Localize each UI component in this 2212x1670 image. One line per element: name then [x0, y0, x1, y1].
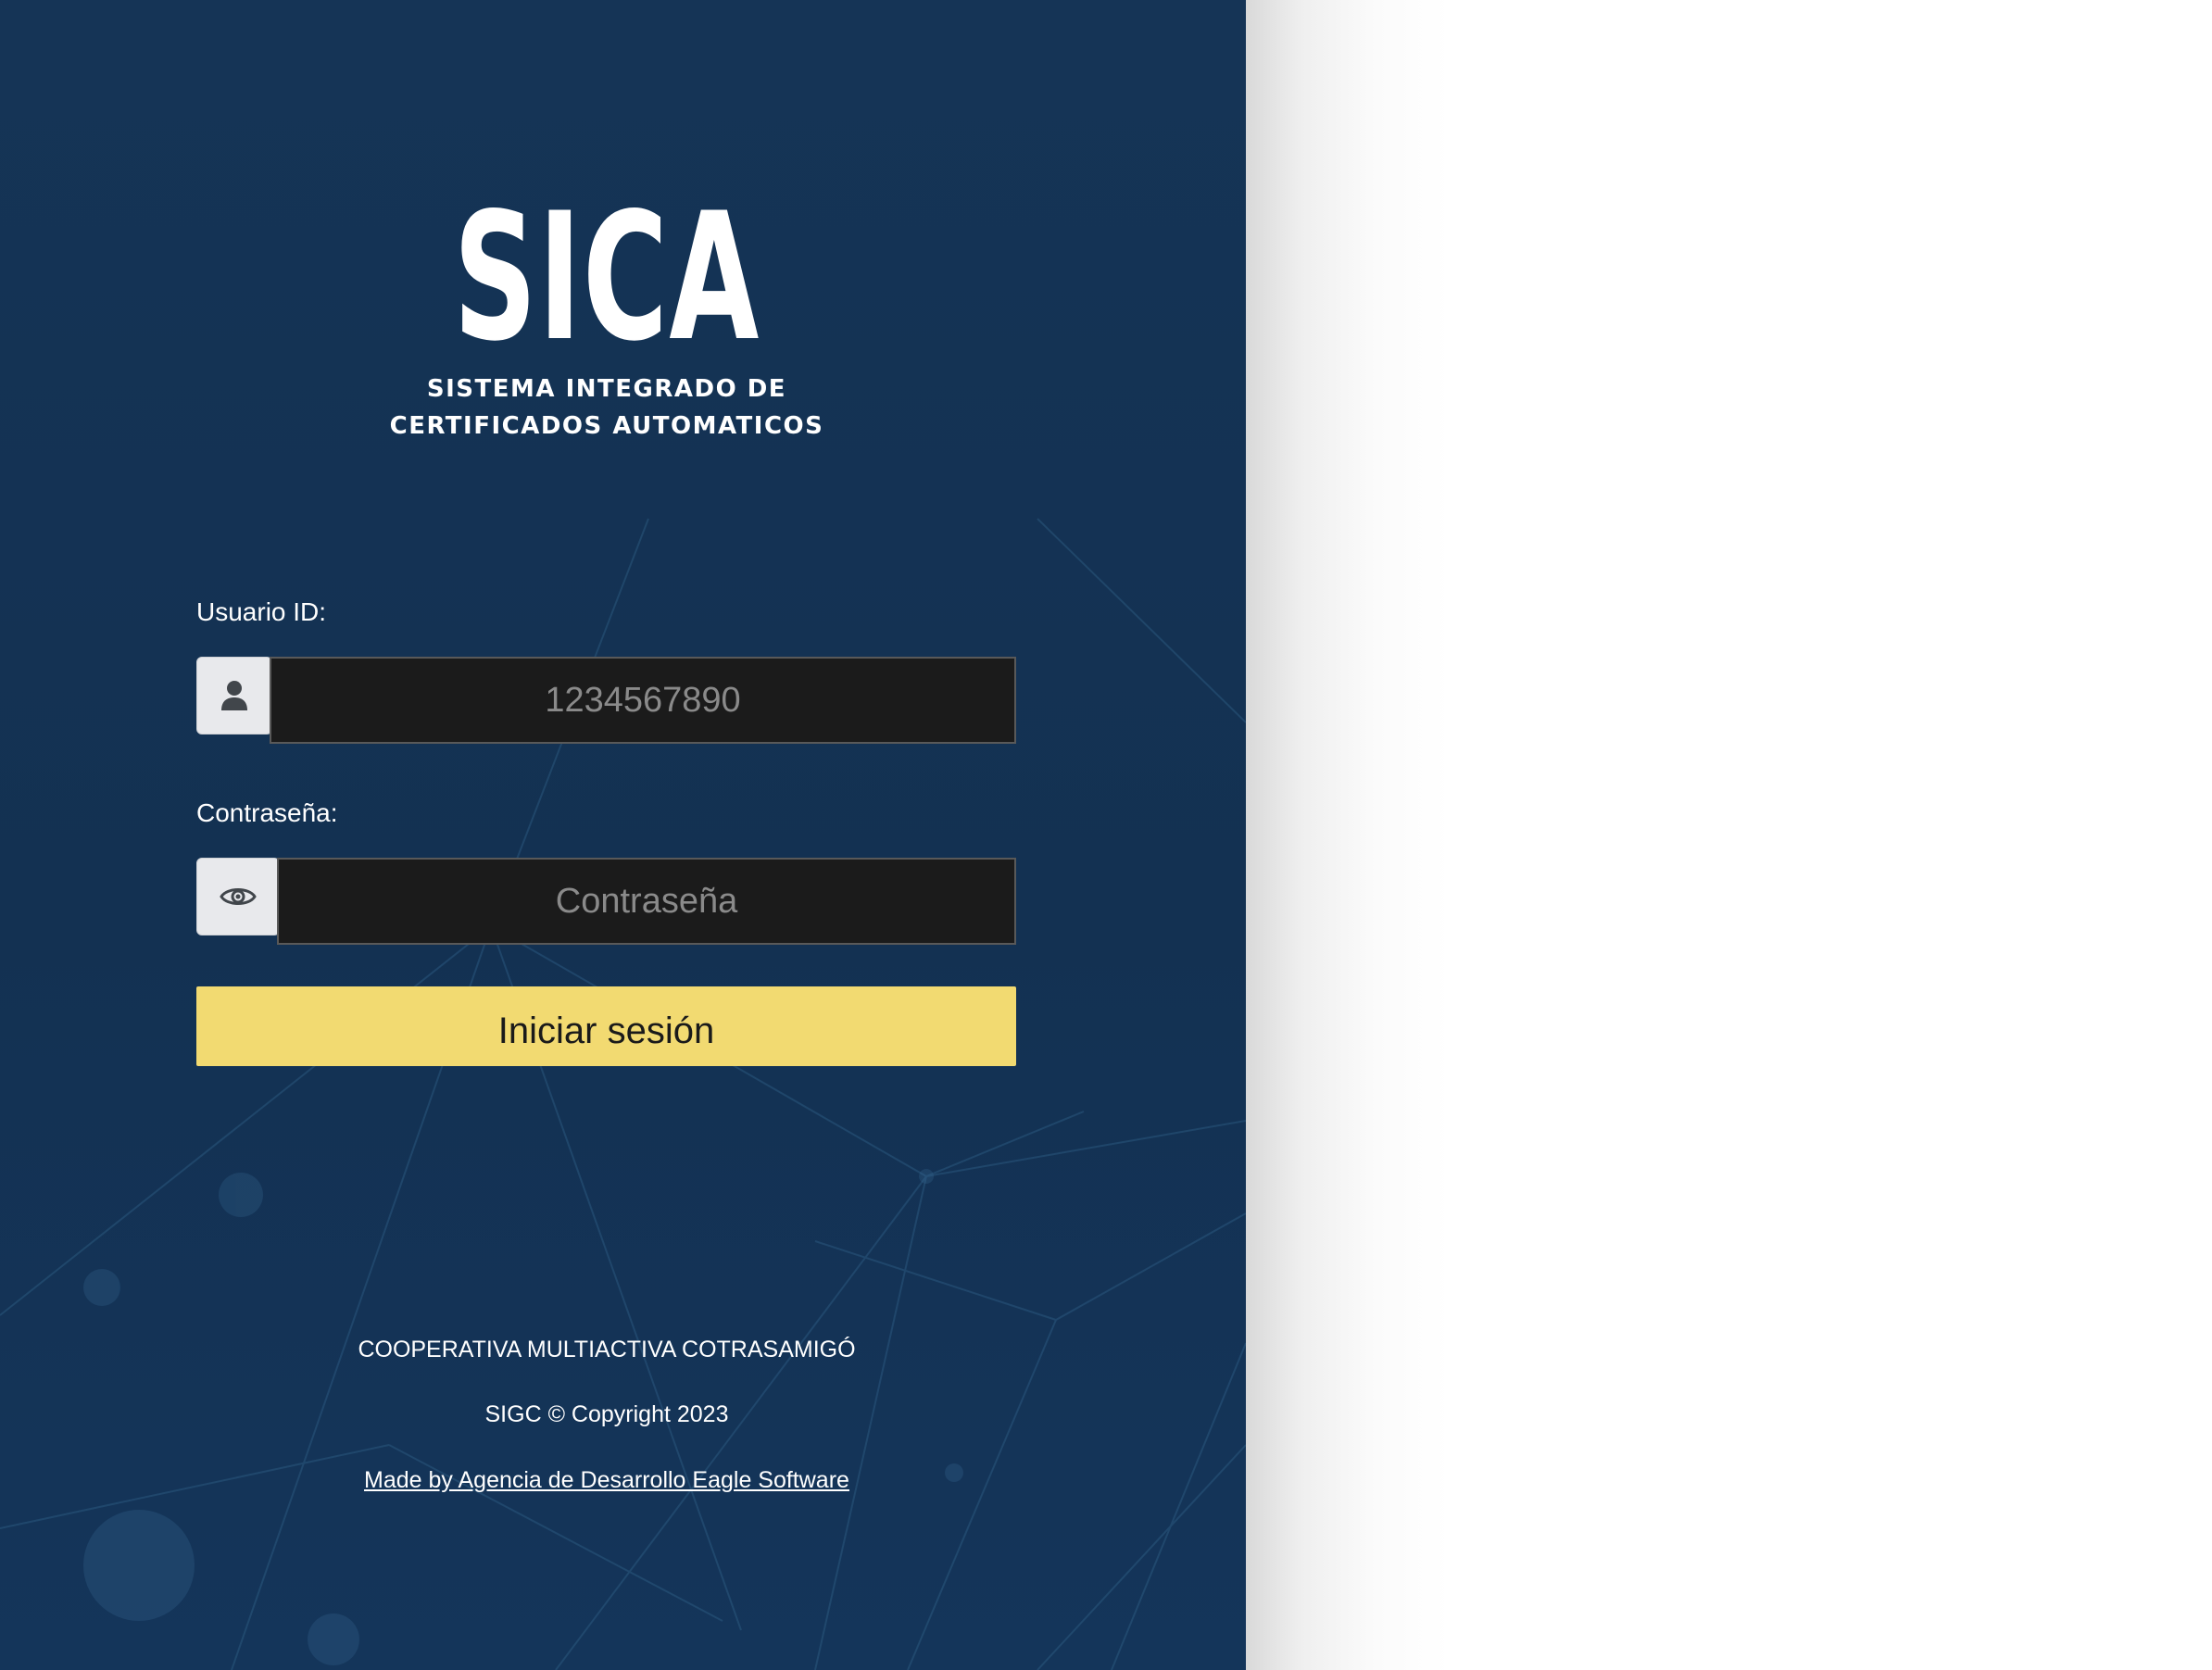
user-id-group [196, 657, 1016, 746]
password-label: Contraseña: [196, 798, 338, 827]
password-input[interactable] [277, 858, 1016, 945]
user-icon [221, 681, 247, 710]
logo-mark: SICA [453, 175, 760, 380]
password-group [196, 858, 1016, 947]
organization-name: COOPERATIVA MULTIACTIVA COTRASAMIGÓ [358, 1337, 856, 1362]
user-id-label: Usuario ID: [196, 597, 327, 626]
copyright-text: SIGC © Copyright 2023 [484, 1401, 729, 1427]
user-icon-addon [196, 657, 272, 735]
logo-subtitle-line2: CERTIFICADOS AUTOMATICOS [389, 412, 824, 440]
eye-icon [220, 888, 257, 905]
login-button[interactable]: Iniciar sesión [196, 986, 1016, 1066]
login-panel: SICA SISTEMA INTEGRADO DE CERTIFICADOS A… [0, 0, 1246, 1670]
toggle-password-visibility-button[interactable] [196, 858, 280, 935]
sica-logo: SICA SISTEMA INTEGRADO DE CERTIFICADOS A… [0, 185, 1213, 445]
credit-line: Made by Agencia de Desarrollo Eagle Soft… [0, 1467, 1213, 1494]
right-blank-panel [1246, 0, 2212, 1670]
credit-link[interactable]: Made by Agencia de Desarrollo Eagle Soft… [364, 1467, 849, 1493]
user-id-input[interactable] [270, 657, 1016, 744]
